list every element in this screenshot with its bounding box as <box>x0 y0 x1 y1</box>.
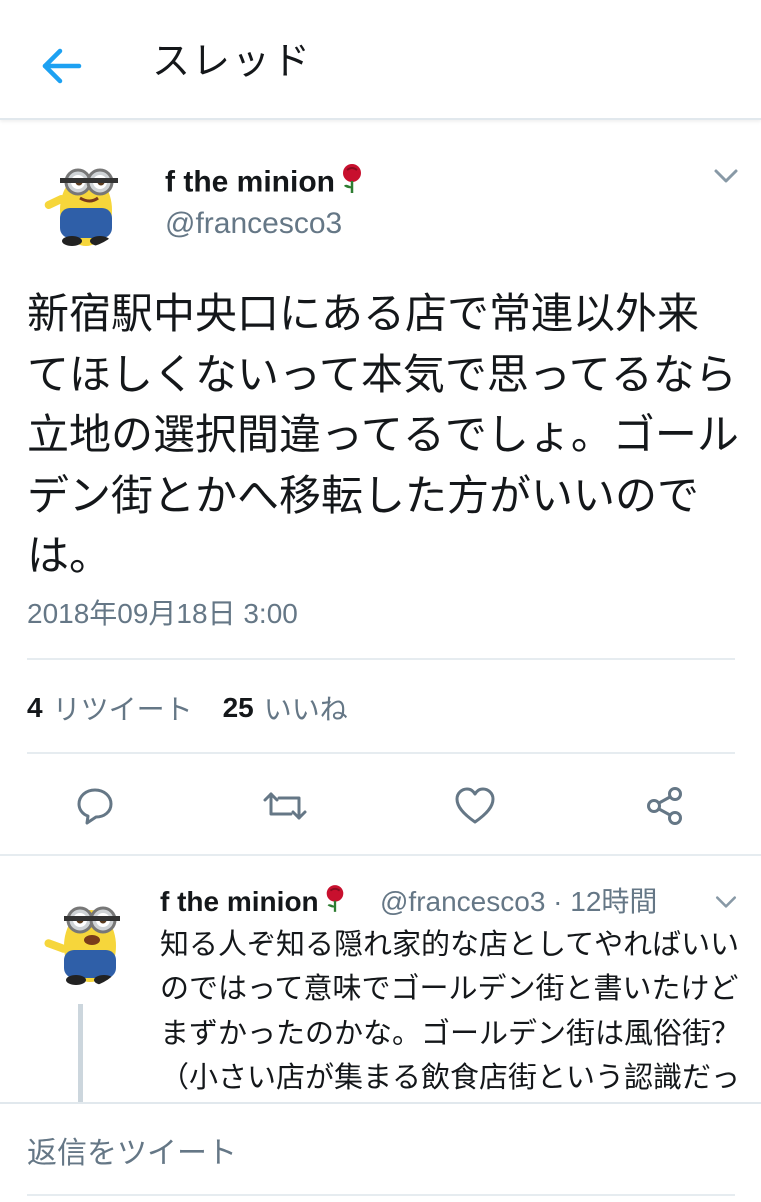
arrow-left-icon <box>42 48 82 84</box>
divider <box>27 658 735 660</box>
reply-author-name[interactable]: f the minion <box>160 882 347 924</box>
share-icon <box>647 787 682 825</box>
chevron-down-icon <box>715 896 737 908</box>
tweet-options-button[interactable] <box>706 158 746 194</box>
like-button[interactable] <box>447 778 503 834</box>
top-app-bar: スレッド <box>0 0 761 120</box>
page-title: スレッド <box>152 39 313 83</box>
reply-author-avatar[interactable] <box>30 888 130 988</box>
minion-avatar-icon <box>44 168 118 246</box>
tweet-timestamp: 2018年09月18日 3:00 <box>27 598 298 629</box>
divider <box>27 752 735 754</box>
tweet-text: 新宿駅中央口にある店で常連以外来てほしくないって本気で思ってるなら立地の選択間違… <box>27 289 739 580</box>
thread-connector-line <box>78 1004 83 1104</box>
reply-author-name-text: f the minion <box>160 886 319 917</box>
like-label[interactable]: いいね <box>264 688 348 728</box>
like-icon <box>455 787 495 824</box>
reply-handle-and-time[interactable]: @francesco3 · 12時間 <box>380 882 657 922</box>
retweet-button[interactable] <box>257 778 313 834</box>
author-name-text: f the minion <box>165 165 335 199</box>
author-handle[interactable]: @francesco3 <box>165 204 342 244</box>
retweet-icon <box>263 792 307 820</box>
retweet-label[interactable]: リツイート <box>53 688 193 728</box>
input-underline <box>27 1194 735 1196</box>
reply-compose-bar: 返信をツイート <box>0 1102 761 1202</box>
divider <box>0 854 761 856</box>
tweet-actions <box>0 778 761 834</box>
back-button[interactable] <box>36 40 88 92</box>
minion-avatar-icon <box>44 906 120 985</box>
share-button[interactable] <box>637 778 693 834</box>
reply-options-button[interactable] <box>706 884 746 920</box>
reply-icon <box>77 788 113 825</box>
tweet-stats: 4 リツイート 25 いいね <box>27 688 378 728</box>
like-count[interactable]: 25 <box>223 692 254 724</box>
reply-tweet-text: 知る人ぞ知る隠れ家的な店としてやればいいのではって意味でゴールデン街と書いたけど… <box>160 927 740 1094</box>
author-avatar[interactable] <box>30 148 130 248</box>
rose-icon <box>323 883 347 924</box>
reply-input[interactable]: 返信をツイート <box>27 1134 237 1174</box>
retweet-count[interactable]: 4 <box>27 692 43 724</box>
author-name[interactable]: f the minion <box>165 162 365 205</box>
rose-icon <box>339 162 365 205</box>
reply-button[interactable] <box>67 778 123 834</box>
chevron-down-icon <box>714 169 738 183</box>
